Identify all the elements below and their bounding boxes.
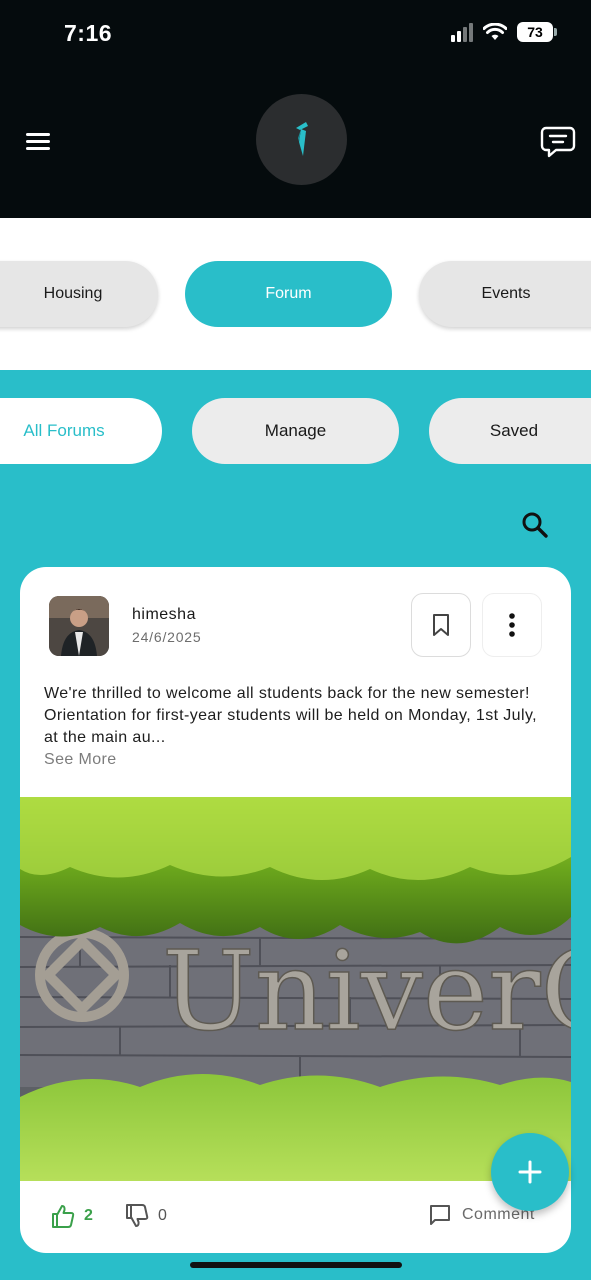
post-body: We're thrilled to welcome all students b…: [44, 685, 537, 746]
tab-events[interactable]: Events: [419, 261, 591, 327]
sign-text: UniverCity: [162, 927, 571, 1055]
app-logo-icon[interactable]: [256, 94, 347, 185]
cellular-signal-icon: [451, 22, 473, 42]
post-author[interactable]: himesha: [132, 606, 196, 624]
plus-icon: [518, 1160, 542, 1184]
hamburger-menu-icon[interactable]: [24, 128, 54, 154]
tab-forum[interactable]: Forum: [185, 261, 392, 327]
create-post-button[interactable]: [491, 1133, 569, 1211]
post-date: 24/6/2025: [132, 629, 202, 645]
thumbs-up-icon: [52, 1205, 75, 1228]
tab-housing-label: Housing: [43, 285, 103, 302]
post-image[interactable]: UniverCity: [20, 797, 571, 1181]
more-options-button[interactable]: [482, 593, 542, 657]
post-card: himesha 24/6/2025 We're thrilled to welc…: [20, 567, 571, 1253]
forum-screen: 7:16 73 Housing Forum Events All Forums …: [0, 0, 591, 1280]
comment-icon: [430, 1205, 450, 1225]
message-icon[interactable]: [540, 124, 576, 160]
home-indicator[interactable]: [190, 1262, 402, 1268]
avatar[interactable]: [49, 596, 109, 656]
more-vertical-icon: [509, 613, 515, 637]
status-icons: 73: [451, 22, 557, 42]
bookmark-icon: [433, 614, 449, 636]
bookmark-button[interactable]: [411, 593, 471, 657]
subtab-manage-label: Manage: [264, 421, 327, 440]
see-more-link[interactable]: See More: [44, 751, 117, 769]
subtab-saved[interactable]: Saved: [429, 398, 591, 464]
app-header: 7:16 73: [0, 0, 591, 218]
wifi-icon: [483, 23, 507, 40]
post-actions: 2 0 Comment: [20, 1181, 571, 1253]
subtab-manage[interactable]: Manage: [192, 398, 399, 464]
status-time: 7:16: [64, 20, 113, 46]
tab-forum-label: Forum: [265, 285, 312, 302]
battery-level: 73: [527, 24, 543, 40]
dislike-count: 0: [158, 1207, 167, 1224]
subtab-all-forums-label: All Forums: [23, 421, 105, 440]
thumbs-down-icon: [126, 1204, 149, 1227]
battery-icon: 73: [517, 22, 557, 42]
subtab-all-forums[interactable]: All Forums: [0, 398, 162, 464]
main-tabs: Housing Forum Events: [0, 218, 591, 370]
like-button[interactable]: 2: [50, 1203, 93, 1229]
search-icon[interactable]: [518, 508, 552, 542]
like-count: 2: [84, 1207, 93, 1224]
tab-events-label: Events: [481, 285, 531, 302]
subtab-saved-label: Saved: [489, 421, 539, 440]
tab-housing[interactable]: Housing: [0, 261, 158, 327]
dislike-button[interactable]: 0: [124, 1203, 167, 1229]
